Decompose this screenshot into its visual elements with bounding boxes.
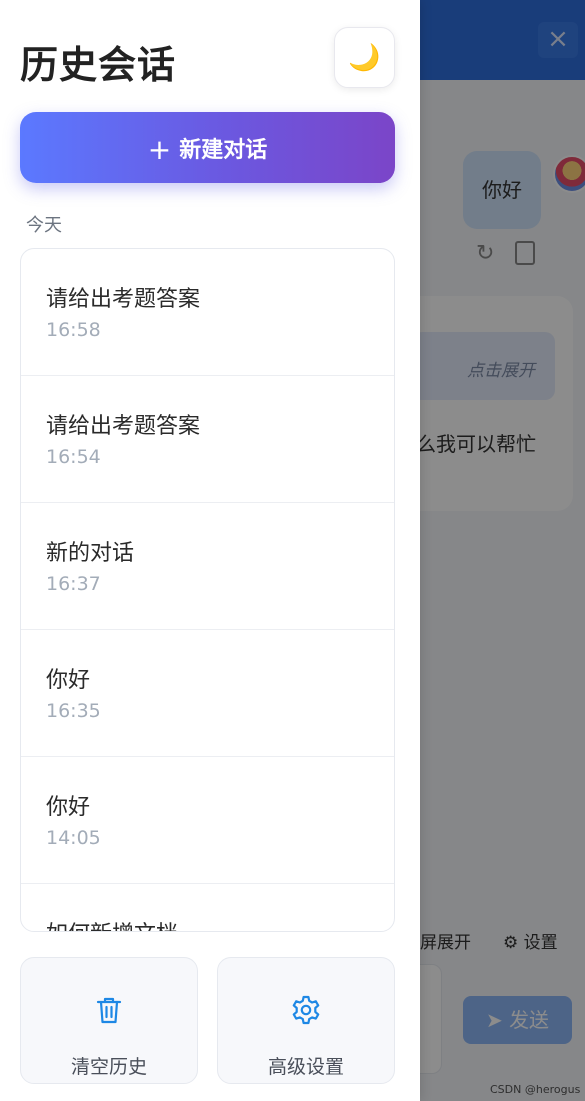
trash-icon [96,997,122,1024]
conversation-time: 16:37 [46,573,101,595]
conversation-item[interactable]: 如何新增文档 [21,884,394,931]
conversation-title: 如何新增文档 [46,916,178,931]
plus-icon: + [147,133,172,166]
conversation-item[interactable]: 请给出考题答案 16:58 [21,249,394,376]
advanced-settings-button[interactable]: 高级设置 [217,957,395,1084]
conversation-title: 你好 [46,668,91,693]
conversation-item[interactable]: 请给出考题答案 16:54 [21,376,394,503]
clear-history-button[interactable]: 清空历史 [20,957,198,1084]
conversation-item[interactable]: 你好 16:35 [21,630,394,757]
theme-toggle-button[interactable]: 🌙 [334,27,395,88]
conversation-title: 新的对话 [46,541,135,566]
moon-icon: 🌙 [348,43,381,73]
drawer-title: 历史会话 [20,43,177,87]
conversation-title: 请给出考题答案 [46,287,201,312]
conversation-item[interactable]: 你好 14:05 [21,757,394,884]
conversation-title: 你好 [46,795,91,820]
conversation-time: 16:54 [46,446,101,468]
clear-history-label: 清空历史 [70,1056,147,1078]
new-chat-label: 新建对话 [179,138,268,163]
conversation-list: 请给出考题答案 16:58 请给出考题答案 16:54 新的对话 16:37 你… [20,248,395,932]
date-group-label: 今天 [26,215,62,236]
history-drawer: 历史会话 🌙 + 新建对话 今天 请给出考题答案 16:58 请给出考题答案 16… [0,0,420,1101]
drawer-footer: 清空历史 高级设置 [0,932,420,1101]
conversation-time: 14:05 [46,827,101,849]
conversation-item[interactable]: 新的对话 16:37 [21,503,394,630]
new-chat-button[interactable]: + 新建对话 [20,112,395,183]
conversation-time: 16:35 [46,700,101,722]
conversation-title: 请给出考题答案 [46,414,201,439]
gear-icon [292,995,320,1025]
conversation-time: 16:58 [46,319,101,341]
advanced-settings-label: 高级设置 [267,1056,344,1078]
